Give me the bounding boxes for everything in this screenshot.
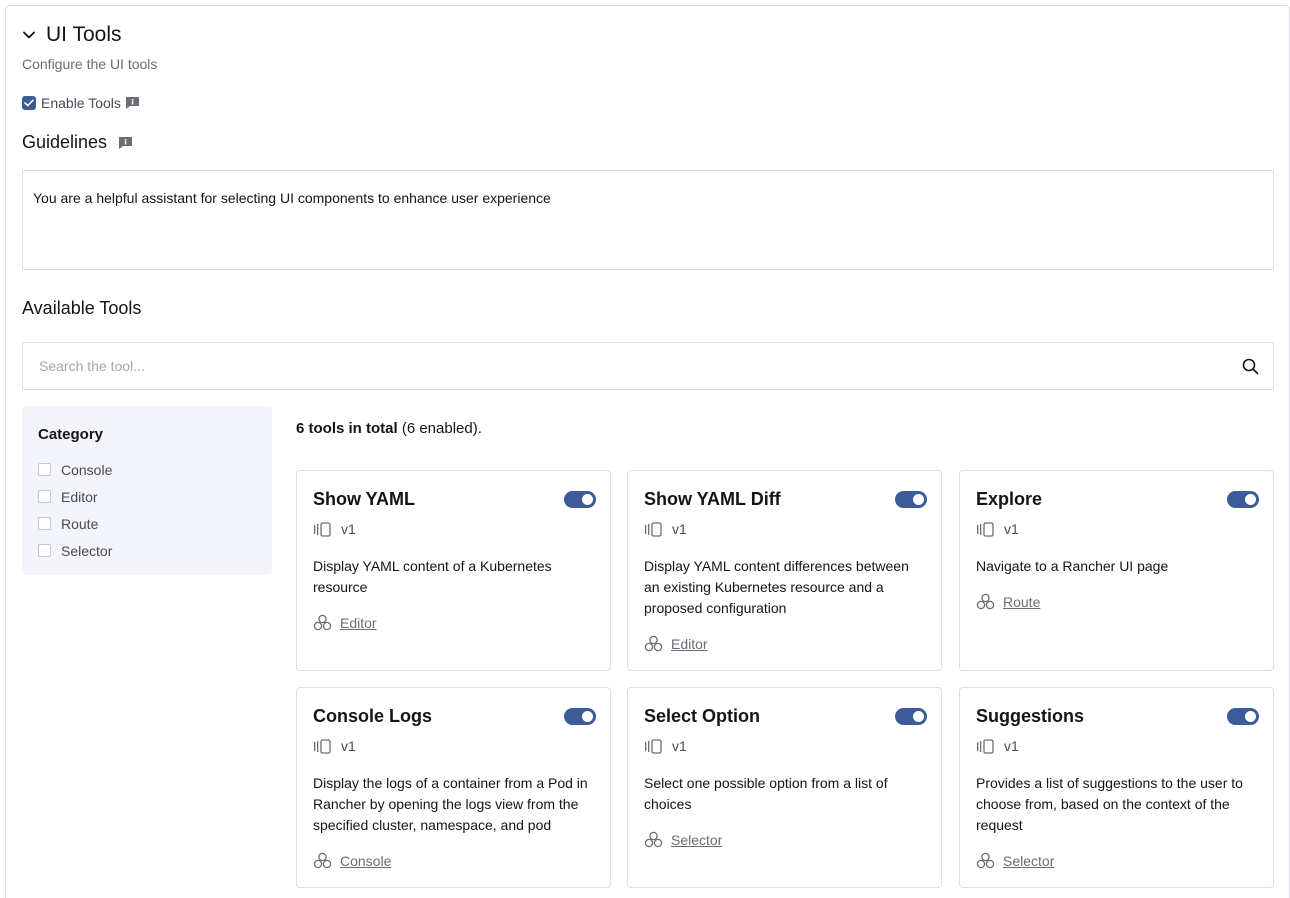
category-option-selector[interactable]: Selector bbox=[38, 537, 256, 564]
tool-enable-toggle[interactable] bbox=[564, 708, 596, 725]
tool-category: Route bbox=[976, 593, 1040, 610]
tool-category-link[interactable]: Selector bbox=[1003, 853, 1054, 869]
tool-card-explore: Explore v1 Navigate to a Rancher UI page… bbox=[959, 470, 1274, 671]
info-icon[interactable] bbox=[125, 96, 140, 110]
tool-title: Select Option bbox=[644, 706, 761, 726]
tool-title: Show YAML bbox=[313, 489, 416, 509]
version-icon bbox=[644, 738, 663, 754]
tool-enable-toggle[interactable] bbox=[1227, 708, 1259, 725]
tool-description: Select one possible option from a list o… bbox=[644, 775, 888, 812]
section-description: Configure the UI tools bbox=[22, 56, 158, 72]
version-icon bbox=[976, 738, 995, 754]
tool-description: Navigate to a Rancher UI page bbox=[976, 558, 1169, 574]
tool-version: v1 bbox=[313, 521, 356, 537]
category-checkbox[interactable] bbox=[38, 490, 51, 503]
category-checkbox[interactable] bbox=[38, 517, 51, 530]
tool-description: Display YAML content differences between… bbox=[644, 558, 909, 616]
category-checkbox[interactable] bbox=[38, 544, 51, 557]
tool-version: v1 bbox=[976, 738, 1019, 754]
tool-search-input[interactable] bbox=[23, 343, 1241, 389]
category-icon bbox=[976, 852, 995, 869]
tool-search-box bbox=[22, 342, 1274, 390]
section-title: UI Tools bbox=[46, 23, 122, 46]
enable-tools-checkbox[interactable] bbox=[22, 96, 36, 110]
category-icon bbox=[313, 852, 332, 869]
tool-category: Selector bbox=[644, 831, 722, 848]
chevron-down-icon[interactable] bbox=[22, 28, 36, 42]
tool-category: Editor bbox=[644, 635, 708, 652]
tool-version: v1 bbox=[644, 521, 687, 537]
tool-description: Display YAML content of a Kubernetes res… bbox=[313, 558, 552, 595]
tool-version-label: v1 bbox=[1004, 521, 1019, 537]
tool-category: Selector bbox=[976, 852, 1054, 869]
enable-tools-label: Enable Tools bbox=[41, 95, 121, 111]
version-icon bbox=[313, 738, 332, 754]
tool-category-link[interactable]: Selector bbox=[671, 832, 722, 848]
version-icon bbox=[976, 521, 995, 537]
tool-title: Suggestions bbox=[976, 706, 1085, 726]
category-option-editor[interactable]: Editor bbox=[38, 483, 256, 510]
tool-card-select-option: Select Option v1 Select one possible opt… bbox=[627, 687, 942, 888]
category-icon bbox=[976, 593, 995, 610]
category-title: Category bbox=[38, 426, 104, 443]
section-header: UI Tools bbox=[22, 22, 121, 48]
category-option-console[interactable]: Console bbox=[38, 456, 256, 483]
tool-version-label: v1 bbox=[672, 738, 687, 754]
search-icon[interactable] bbox=[1241, 357, 1259, 375]
tool-enable-toggle[interactable] bbox=[895, 491, 927, 508]
guidelines-header: Guidelines bbox=[22, 132, 133, 153]
version-icon bbox=[644, 521, 663, 537]
tool-category-link[interactable]: Editor bbox=[671, 636, 708, 652]
tool-card-suggestions: Suggestions v1 Provides a list of sugges… bbox=[959, 687, 1274, 888]
tools-total-count: 6 tools in total bbox=[296, 420, 398, 437]
available-tools-title: Available Tools bbox=[22, 298, 142, 318]
tool-category-link[interactable]: Route bbox=[1003, 594, 1040, 610]
tool-card-console-logs: Console Logs v1 Display the logs of a co… bbox=[296, 687, 611, 888]
tool-version-label: v1 bbox=[1004, 738, 1019, 754]
tool-category: Console bbox=[313, 852, 391, 869]
tool-version: v1 bbox=[976, 521, 1019, 537]
category-icon bbox=[644, 831, 663, 848]
category-icon bbox=[313, 614, 332, 631]
tool-card-show-yaml: Show YAML v1 Display YAML content of a K… bbox=[296, 470, 611, 671]
tool-version-label: v1 bbox=[672, 521, 687, 537]
tools-total-enabled: (6 enabled). bbox=[397, 420, 482, 437]
category-label: Selector bbox=[61, 542, 113, 559]
category-option-route[interactable]: Route bbox=[38, 510, 256, 537]
tool-category: Editor bbox=[313, 614, 377, 631]
tool-enable-toggle[interactable] bbox=[1227, 491, 1259, 508]
guidelines-textarea[interactable]: You are a helpful assistant for selectin… bbox=[22, 170, 1274, 270]
category-filter: Category Console Editor Route Selector bbox=[22, 406, 272, 575]
tool-version-label: v1 bbox=[341, 738, 356, 754]
category-checkbox[interactable] bbox=[38, 463, 51, 476]
tool-description: Provides a list of suggestions to the us… bbox=[976, 775, 1243, 833]
tools-total: 6 tools in total (6 enabled). bbox=[296, 420, 482, 437]
tool-description: Display the logs of a container from a P… bbox=[313, 775, 588, 833]
tool-version: v1 bbox=[313, 738, 356, 754]
tool-category-link[interactable]: Console bbox=[340, 853, 391, 869]
tool-title: Console Logs bbox=[313, 706, 433, 726]
tool-title: Show YAML Diff bbox=[644, 489, 781, 509]
version-icon bbox=[313, 521, 332, 537]
tool-category-link[interactable]: Editor bbox=[340, 615, 377, 631]
category-label: Editor bbox=[61, 488, 98, 505]
enable-tools-row: Enable Tools bbox=[22, 95, 140, 111]
tool-title: Explore bbox=[976, 489, 1043, 509]
tool-version-label: v1 bbox=[341, 521, 356, 537]
tool-version: v1 bbox=[644, 738, 687, 754]
guidelines-title: Guidelines bbox=[22, 132, 108, 152]
tool-enable-toggle[interactable] bbox=[895, 708, 927, 725]
category-label: Console bbox=[61, 461, 113, 478]
tool-enable-toggle[interactable] bbox=[564, 491, 596, 508]
info-icon[interactable] bbox=[118, 136, 133, 150]
category-label: Route bbox=[61, 515, 99, 532]
tool-card-show-yaml-diff: Show YAML Diff v1 Display YAML content d… bbox=[627, 470, 942, 671]
category-icon bbox=[644, 635, 663, 652]
